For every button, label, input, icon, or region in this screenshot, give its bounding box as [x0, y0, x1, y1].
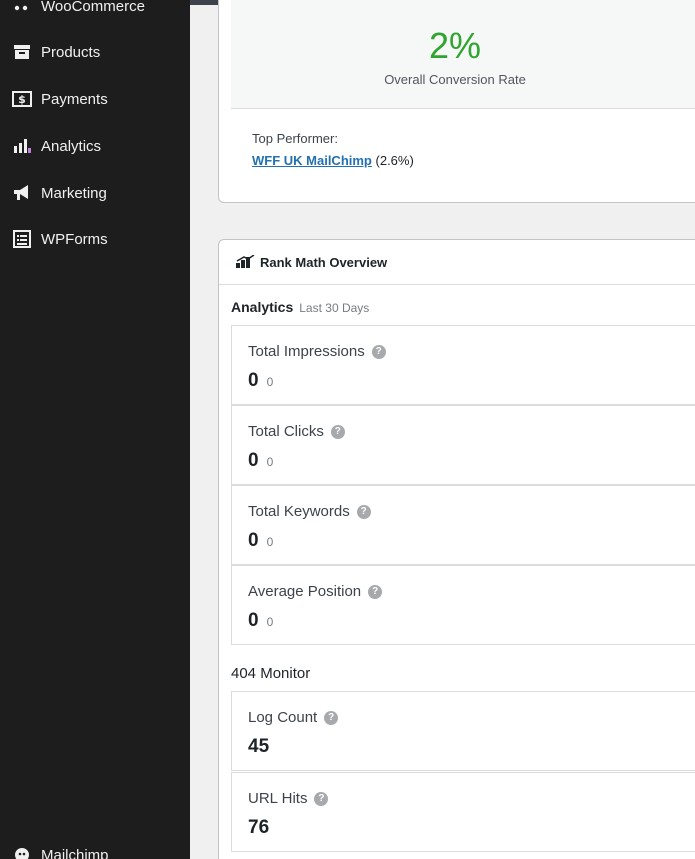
sidebar-item-marketing[interactable]: Marketing — [0, 173, 190, 213]
metric-total-impressions: Total Impressions? 00 — [231, 325, 695, 405]
metric-value: 0 — [248, 610, 259, 631]
top-performer-value: (2.6%) — [375, 153, 414, 168]
sidebar-item-analytics[interactable]: Analytics — [0, 126, 190, 166]
help-icon[interactable]: ? — [324, 710, 339, 725]
svg-text:$: $ — [18, 93, 26, 106]
metric-value: 45 — [248, 736, 270, 757]
metric-average-position: Average Position? 00 — [231, 565, 695, 645]
help-icon[interactable]: ? — [371, 344, 386, 359]
sidebar-item-label: WooCommerce — [41, 0, 145, 15]
monitor-heading: 404 Monitor — [231, 665, 311, 682]
conversion-card: 2% Overall Conversion Rate Top Performer… — [218, 0, 695, 203]
top-performer-label: Top Performer: — [252, 131, 338, 146]
metric-label: Log Count — [248, 709, 318, 726]
card-header: Rank Math Overview — [219, 240, 695, 285]
metric-value: 0 — [248, 370, 259, 391]
sidebar-item-mailchimp[interactable]: Mailchimp — [0, 835, 190, 859]
metric-value: 0 — [248, 530, 259, 551]
conversion-stat-area: 2% Overall Conversion Rate — [231, 0, 695, 109]
sidebar-item-products[interactable]: Products — [0, 32, 190, 72]
mailchimp-icon — [12, 845, 32, 859]
metric-label: Average Position — [248, 583, 362, 600]
metric-label: Total Impressions — [248, 343, 365, 360]
metric-label: URL Hits — [248, 790, 308, 807]
help-icon[interactable]: ? — [356, 504, 371, 519]
analytics-heading-label: Analytics — [231, 299, 294, 315]
sidebar-item-label: Marketing — [41, 184, 107, 202]
metric-diff: 0 — [266, 615, 274, 629]
megaphone-icon — [12, 183, 32, 203]
help-icon[interactable]: ? — [368, 584, 383, 599]
rank-math-overview-card: Rank Math Overview Analytics Last 30 Days… — [218, 239, 695, 859]
archive-icon — [12, 42, 32, 62]
sidebar-item-wpforms[interactable]: WPForms — [0, 219, 190, 259]
sidebar-item-woocommerce[interactable]: WooCommerce — [0, 0, 190, 26]
metric-log-count: Log Count? 45 — [231, 691, 695, 771]
sidebar-item-label: WPForms — [41, 230, 108, 248]
help-icon[interactable]: ? — [330, 424, 345, 439]
metric-url-hits: URL Hits? 76 — [231, 772, 695, 852]
metric-diff: 0 — [266, 535, 274, 549]
metric-value: 0 — [248, 450, 259, 471]
overall-conversion-label: Overall Conversion Rate — [384, 72, 526, 87]
sidebar-item-payments[interactable]: $ Payments — [0, 79, 190, 119]
metric-total-keywords: Total Keywords? 00 — [231, 485, 695, 565]
sidebar-item-label: Analytics — [41, 137, 102, 155]
sidebar-item-label: Products — [41, 43, 101, 61]
metric-label: Total Clicks — [248, 423, 324, 440]
admin-sidebar: WooCommerce Products $ Payments Analytic… — [0, 0, 190, 859]
help-icon[interactable]: ? — [314, 791, 329, 806]
overall-conversion-value: 2% — [428, 25, 482, 66]
woocommerce-icon — [12, 0, 32, 16]
top-performer-row: WFF UK MailChimp (2.6%) — [252, 153, 414, 168]
metric-label: Total Keywords — [248, 503, 350, 520]
metric-diff: 0 — [266, 375, 274, 389]
top-performer-link[interactable]: WFF UK MailChimp — [252, 153, 372, 168]
metric-value: 76 — [248, 817, 270, 838]
rank-math-icon — [235, 254, 255, 274]
card-title: Rank Math Overview — [260, 255, 388, 270]
sidebar-item-label: Payments — [41, 90, 108, 108]
analytics-period: Last 30 Days — [299, 301, 370, 315]
metric-diff: 0 — [266, 455, 274, 469]
metric-total-clicks: Total Clicks? 00 — [231, 405, 695, 485]
payments-icon: $ — [12, 89, 32, 109]
analytics-heading: Analytics Last 30 Days — [231, 299, 369, 315]
chart-bar-icon — [12, 136, 32, 156]
form-icon — [12, 229, 32, 249]
sidebar-item-label: Mailchimp — [41, 846, 109, 859]
